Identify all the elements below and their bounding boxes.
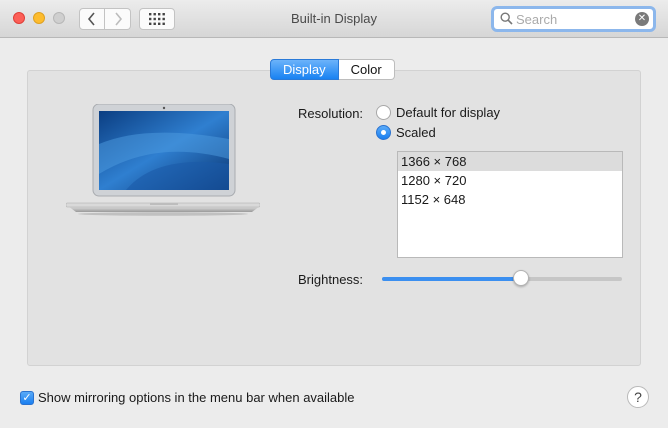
scaled-resolution-list[interactable]: 1366 × 768 1280 × 720 1152 × 648: [397, 151, 623, 258]
radio-button[interactable]: [376, 105, 391, 120]
slider-fill: [382, 277, 522, 281]
radio-label: Default for display: [396, 105, 501, 120]
search-icon: [500, 12, 513, 25]
brightness-label: Brightness:: [298, 272, 364, 287]
title-bar: Built-in Display ✕: [0, 0, 668, 38]
radio-scaled[interactable]: Scaled: [376, 125, 436, 140]
tab-display[interactable]: Display: [270, 59, 339, 80]
radio-default-for-display[interactable]: Default for display: [376, 105, 500, 120]
checkbox-checked-icon[interactable]: ✓: [20, 390, 34, 405]
display-preferences-window: Built-in Display ✕ Display Color: [0, 0, 668, 428]
tab-color[interactable]: Color: [338, 59, 395, 80]
resolution-label: Resolution:: [298, 106, 364, 121]
help-button[interactable]: ?: [627, 386, 649, 408]
mirroring-option[interactable]: ✓ Show mirroring options in the menu bar…: [20, 390, 355, 405]
resolution-item[interactable]: 1152 × 648: [398, 190, 622, 209]
search-input[interactable]: [516, 11, 628, 27]
radio-button[interactable]: [376, 125, 391, 140]
brightness-slider[interactable]: [382, 270, 622, 288]
tab-bar: Display Color: [270, 59, 395, 80]
laptop-image: [66, 104, 260, 216]
slider-knob[interactable]: [513, 270, 530, 286]
clear-search-icon[interactable]: ✕: [635, 12, 649, 26]
radio-label: Scaled: [396, 125, 436, 140]
search-field[interactable]: ✕: [491, 6, 656, 32]
mirroring-label: Show mirroring options in the menu bar w…: [38, 390, 355, 405]
resolution-item[interactable]: 1280 × 720: [398, 171, 622, 190]
resolution-item[interactable]: 1366 × 768: [398, 152, 622, 171]
